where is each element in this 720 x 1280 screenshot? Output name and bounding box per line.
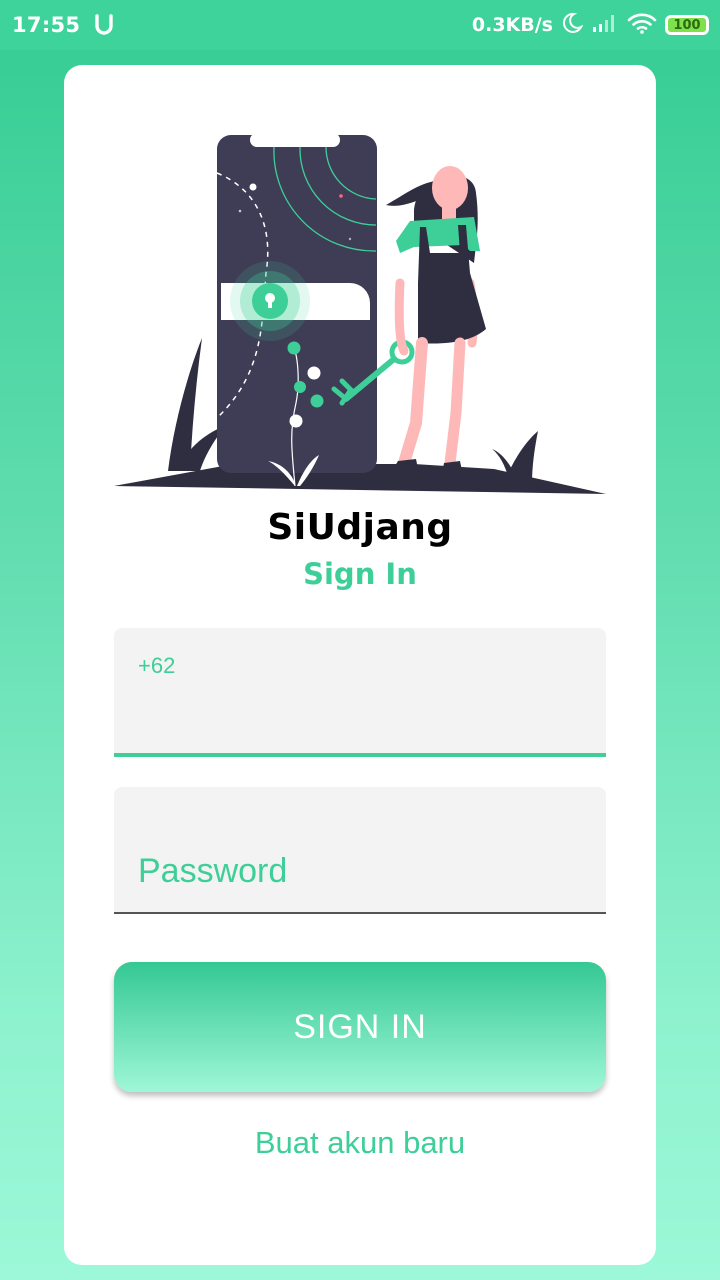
phone-input[interactable] — [138, 686, 582, 736]
battery-icon: 100 — [665, 15, 709, 35]
phone-field[interactable]: +62 — [114, 628, 606, 757]
status-bar: 17:55 0.3KB/s 100 — [0, 0, 720, 50]
u-icon — [94, 14, 114, 36]
network-speed: 0.3KB/s — [471, 14, 553, 36]
password-input[interactable] — [138, 849, 582, 893]
phone-prefix: +62 — [138, 653, 176, 678]
signal-icon — [591, 12, 619, 39]
battery-body: 100 — [665, 15, 709, 35]
login-illustration — [114, 133, 606, 494]
moon-icon — [561, 12, 584, 39]
status-right-group: 0.3KB/s 100 — [471, 12, 709, 39]
app-title: SiUdjang — [267, 507, 453, 548]
login-card: SiUdjang Sign In +62 SIGN IN Buat akun b… — [64, 65, 656, 1265]
create-account-link[interactable]: Buat akun baru — [64, 1125, 656, 1161]
page-subtitle: Sign In — [303, 557, 417, 591]
status-time: 17:55 — [12, 13, 81, 37]
battery-level: 100 — [673, 17, 701, 33]
sign-in-button[interactable]: SIGN IN — [114, 962, 606, 1092]
password-field[interactable] — [114, 787, 606, 914]
wifi-icon — [627, 12, 657, 39]
